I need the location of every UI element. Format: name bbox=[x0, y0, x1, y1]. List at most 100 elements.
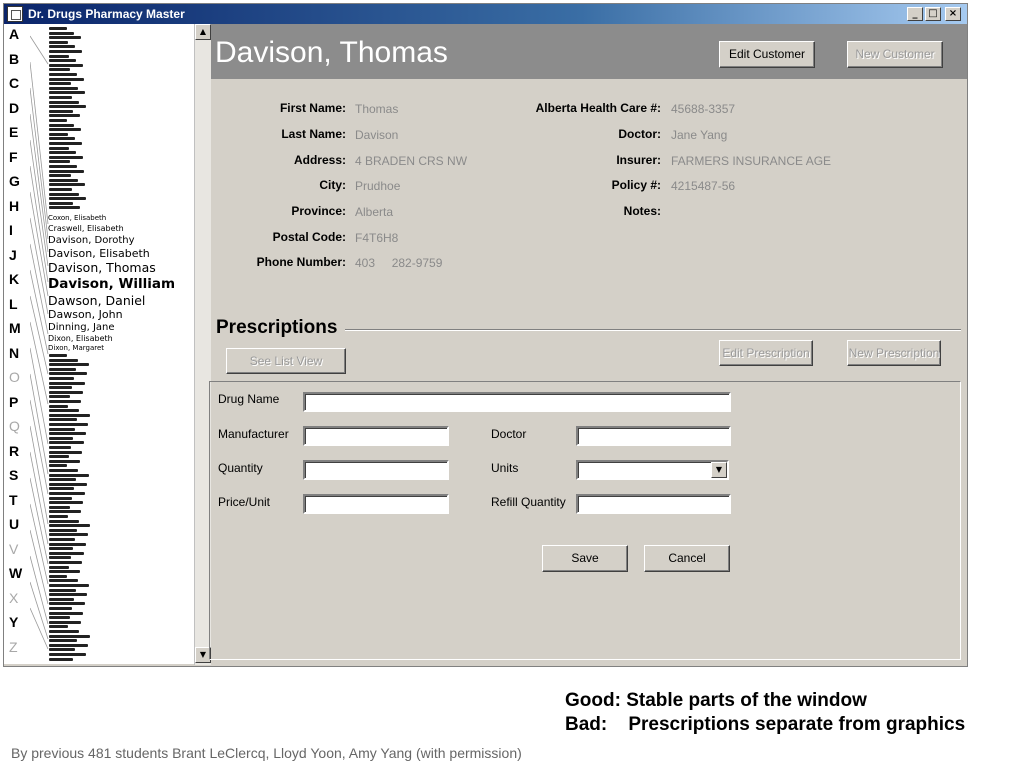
edit-prescription-button[interactable]: Edit Prescription bbox=[719, 340, 813, 366]
alphabet-letter-a[interactable]: A bbox=[9, 26, 19, 42]
list-item[interactable]: Davison, Thomas bbox=[48, 260, 156, 275]
title-bar[interactable]: Dr. Drugs Pharmacy Master _ □ × bbox=[4, 4, 967, 24]
list-item[interactable] bbox=[49, 607, 72, 610]
alphabet-letter-g[interactable]: G bbox=[9, 173, 20, 189]
list-item[interactable] bbox=[49, 31, 74, 35]
list-item[interactable] bbox=[49, 169, 84, 173]
list-item[interactable] bbox=[49, 551, 84, 555]
customer-name-list[interactable]: Coxon, Elisabeth Craswell, Elisabeth Davis… bbox=[30, 24, 194, 664]
list-item[interactable] bbox=[49, 464, 67, 468]
list-item[interactable] bbox=[49, 524, 90, 528]
list-item[interactable] bbox=[49, 620, 81, 624]
list-item[interactable] bbox=[49, 45, 75, 49]
list-item[interactable] bbox=[49, 178, 78, 182]
list-item[interactable] bbox=[49, 146, 69, 150]
list-item[interactable] bbox=[49, 132, 68, 136]
list-item[interactable] bbox=[49, 446, 71, 449]
list-item[interactable] bbox=[49, 469, 78, 472]
save-button[interactable]: Save bbox=[542, 545, 628, 572]
list-item[interactable] bbox=[49, 436, 73, 440]
list-item[interactable] bbox=[49, 648, 75, 652]
close-button[interactable]: × bbox=[945, 7, 961, 21]
list-item[interactable] bbox=[49, 400, 81, 403]
alphabet-letter-r[interactable]: R bbox=[9, 443, 19, 459]
list-item[interactable] bbox=[49, 372, 87, 376]
alphabet-letter-t[interactable]: T bbox=[9, 492, 18, 508]
list-item[interactable] bbox=[49, 40, 68, 44]
scroll-up-button[interactable]: ▲ bbox=[195, 24, 211, 40]
alphabet-letter-h[interactable]: H bbox=[9, 198, 19, 214]
list-item[interactable] bbox=[49, 197, 86, 201]
list-item[interactable] bbox=[49, 128, 81, 132]
list-item[interactable] bbox=[49, 100, 79, 104]
list-item[interactable] bbox=[49, 105, 86, 109]
list-item[interactable] bbox=[49, 584, 89, 587]
list-item[interactable] bbox=[49, 542, 86, 546]
list-item[interactable] bbox=[49, 643, 88, 647]
alphabet-letter-e[interactable]: E bbox=[9, 124, 18, 140]
alphabet-letter-l[interactable]: L bbox=[9, 296, 18, 312]
quantity-field[interactable] bbox=[303, 460, 449, 480]
alphabet-letter-i[interactable]: I bbox=[9, 222, 13, 238]
list-item[interactable] bbox=[49, 510, 81, 514]
list-item[interactable] bbox=[49, 91, 85, 95]
list-item[interactable] bbox=[49, 165, 77, 168]
list-item[interactable] bbox=[49, 418, 77, 422]
alphabet-letter-u[interactable]: U bbox=[9, 516, 19, 532]
list-item[interactable] bbox=[49, 192, 79, 196]
alphabet-letter-w[interactable]: W bbox=[9, 565, 22, 581]
chevron-down-icon[interactable]: ▼ bbox=[711, 462, 727, 478]
list-item[interactable] bbox=[49, 450, 82, 454]
list-item[interactable] bbox=[49, 427, 75, 431]
list-item[interactable]: Dixon, Margaret bbox=[48, 344, 104, 352]
list-item[interactable] bbox=[49, 358, 78, 362]
list-item[interactable] bbox=[49, 602, 85, 606]
list-item[interactable] bbox=[49, 519, 79, 523]
list-item[interactable] bbox=[49, 96, 72, 99]
list-item[interactable]: Craswell, Elisabeth bbox=[48, 224, 124, 233]
list-item[interactable] bbox=[49, 155, 83, 159]
drug-name-field[interactable] bbox=[303, 392, 731, 412]
list-item[interactable]: Davison, Dorothy bbox=[48, 235, 135, 246]
list-item[interactable] bbox=[49, 657, 73, 661]
list-item[interactable] bbox=[49, 570, 80, 574]
minimize-button[interactable]: _ bbox=[907, 7, 923, 21]
list-item[interactable] bbox=[49, 432, 86, 436]
list-item[interactable]: Coxon, Elisabeth bbox=[48, 214, 106, 222]
list-item[interactable]: Dawson, John bbox=[48, 308, 123, 321]
list-item[interactable] bbox=[49, 441, 84, 445]
list-item[interactable] bbox=[49, 183, 85, 187]
edit-customer-button[interactable]: Edit Customer bbox=[719, 41, 815, 68]
list-item[interactable] bbox=[49, 492, 85, 495]
list-item[interactable] bbox=[49, 151, 76, 155]
alphabet-letter-b[interactable]: B bbox=[9, 51, 19, 67]
list-item[interactable] bbox=[49, 188, 72, 191]
list-item[interactable]: Dawson, Daniel bbox=[48, 293, 145, 308]
list-item[interactable] bbox=[49, 137, 75, 141]
list-item[interactable] bbox=[49, 579, 78, 583]
maximize-button[interactable]: □ bbox=[925, 7, 941, 21]
list-item[interactable] bbox=[49, 473, 89, 477]
list-item[interactable] bbox=[49, 381, 85, 385]
list-item[interactable] bbox=[49, 561, 82, 564]
list-item[interactable] bbox=[49, 86, 78, 90]
list-item[interactable] bbox=[49, 395, 70, 399]
alphabet-letter-c[interactable]: C bbox=[9, 75, 19, 91]
list-item[interactable] bbox=[49, 367, 76, 371]
list-item[interactable] bbox=[49, 533, 88, 537]
list-item[interactable] bbox=[49, 363, 89, 367]
list-item[interactable] bbox=[49, 377, 74, 380]
list-item[interactable]: Dixon, Elisabeth bbox=[48, 334, 113, 343]
list-item[interactable] bbox=[49, 538, 75, 541]
list-item[interactable] bbox=[49, 478, 76, 482]
list-item[interactable] bbox=[49, 556, 71, 560]
list-item[interactable] bbox=[49, 487, 74, 491]
refill-quantity-field[interactable] bbox=[576, 494, 731, 514]
list-item[interactable]: Davison, William bbox=[48, 276, 175, 292]
list-item[interactable] bbox=[49, 574, 67, 578]
list-item[interactable] bbox=[49, 611, 83, 615]
alphabet-letter-j[interactable]: J bbox=[9, 247, 17, 263]
new-prescription-button[interactable]: New Prescription bbox=[847, 340, 941, 366]
list-item[interactable] bbox=[49, 82, 71, 86]
list-item[interactable] bbox=[49, 73, 77, 76]
